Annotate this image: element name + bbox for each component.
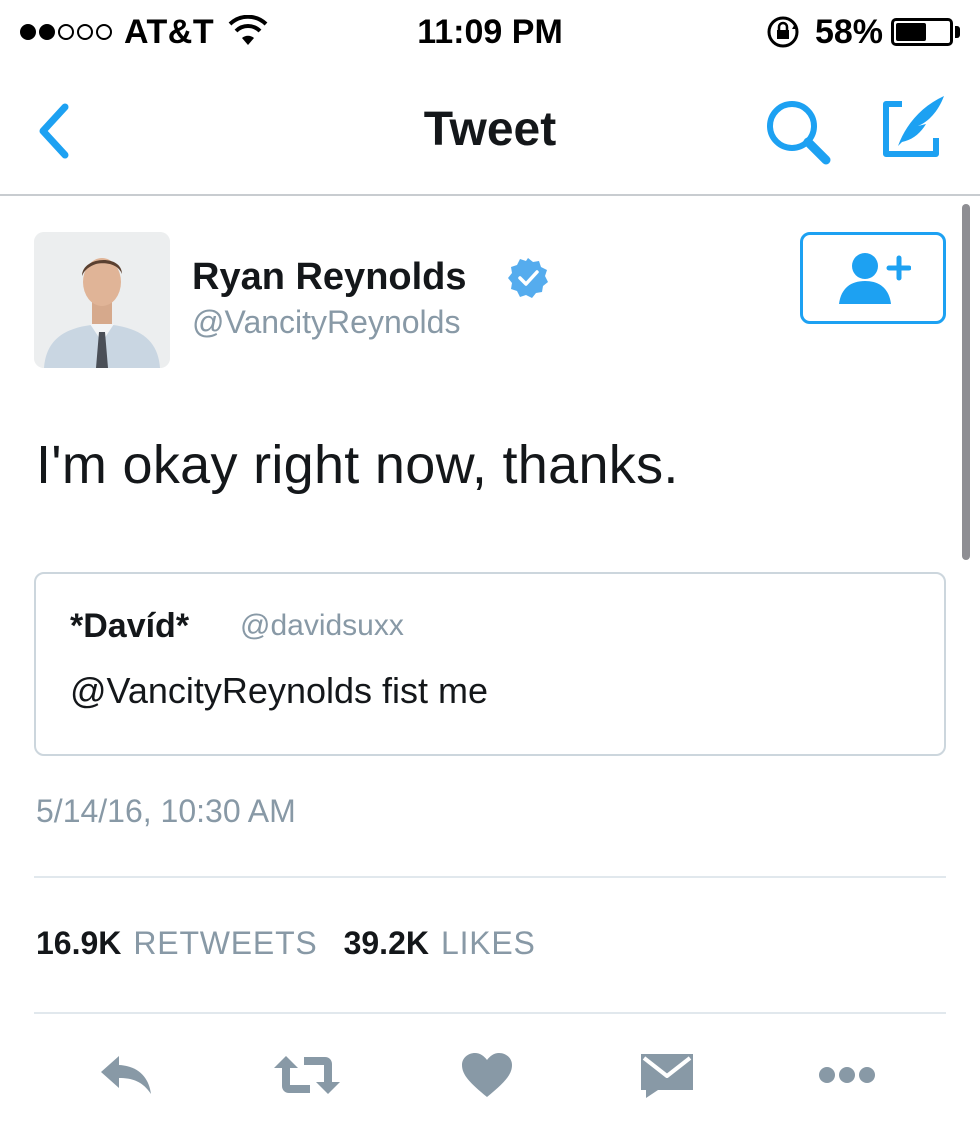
scrollbar[interactable] — [962, 204, 970, 560]
nav-bar: Tweet — [0, 66, 980, 196]
reply-button[interactable] — [92, 1040, 162, 1110]
tweet-stats: 16.9K RETWEETS 39.2K LIKES — [36, 922, 562, 964]
search-icon — [767, 101, 831, 165]
follow-button[interactable] — [800, 232, 946, 324]
avatar[interactable] — [34, 232, 170, 368]
more-icon — [819, 1067, 875, 1083]
retweet-button[interactable] — [272, 1040, 342, 1110]
likes-count[interactable]: 39.2K — [344, 922, 429, 964]
more-button[interactable] — [812, 1040, 882, 1110]
retweets-count[interactable]: 16.9K — [36, 922, 121, 964]
search-button[interactable] — [762, 96, 838, 168]
author-handle[interactable]: @VancityReynolds — [192, 302, 460, 342]
compose-tweet-button[interactable] — [872, 90, 952, 168]
verified-badge-icon — [508, 258, 548, 298]
rotation-lock-icon — [767, 16, 799, 48]
tweet-text: I'm okay right now, thanks. — [36, 435, 679, 495]
tweet-timestamp: 5/14/16, 10:30 AM — [36, 793, 296, 829]
like-button[interactable] — [452, 1040, 522, 1110]
compose-icon — [883, 96, 944, 157]
author-name[interactable]: Ryan Reynolds — [192, 254, 467, 300]
envelope-icon — [641, 1054, 693, 1098]
tweet-actions — [0, 1040, 980, 1120]
retweet-icon — [274, 1056, 340, 1094]
status-bar: AT&T 11:09 PM 58% — [0, 0, 980, 66]
retweets-label[interactable]: RETWEETS — [133, 922, 317, 964]
quoted-author-handle: @davidsuxx — [240, 609, 404, 642]
quoted-tweet-card[interactable]: *Davíd* @davidsuxx @VancityReynolds fist… — [34, 572, 946, 756]
add-user-icon — [839, 253, 911, 304]
battery-tip — [955, 26, 960, 38]
battery-icon — [891, 18, 953, 46]
status-bar-right: 58% — [765, 12, 960, 52]
reply-icon — [101, 1056, 151, 1094]
divider — [34, 876, 946, 878]
profile-photo — [34, 232, 170, 368]
likes-label[interactable]: LIKES — [441, 922, 536, 964]
battery-percent: 58% — [814, 12, 883, 51]
divider — [34, 1012, 946, 1014]
quoted-author-name: *Davíd* — [70, 607, 190, 645]
direct-message-button[interactable] — [632, 1040, 702, 1110]
quoted-tweet-text: @VancityReynolds fist me — [70, 670, 489, 711]
heart-icon — [462, 1053, 512, 1097]
